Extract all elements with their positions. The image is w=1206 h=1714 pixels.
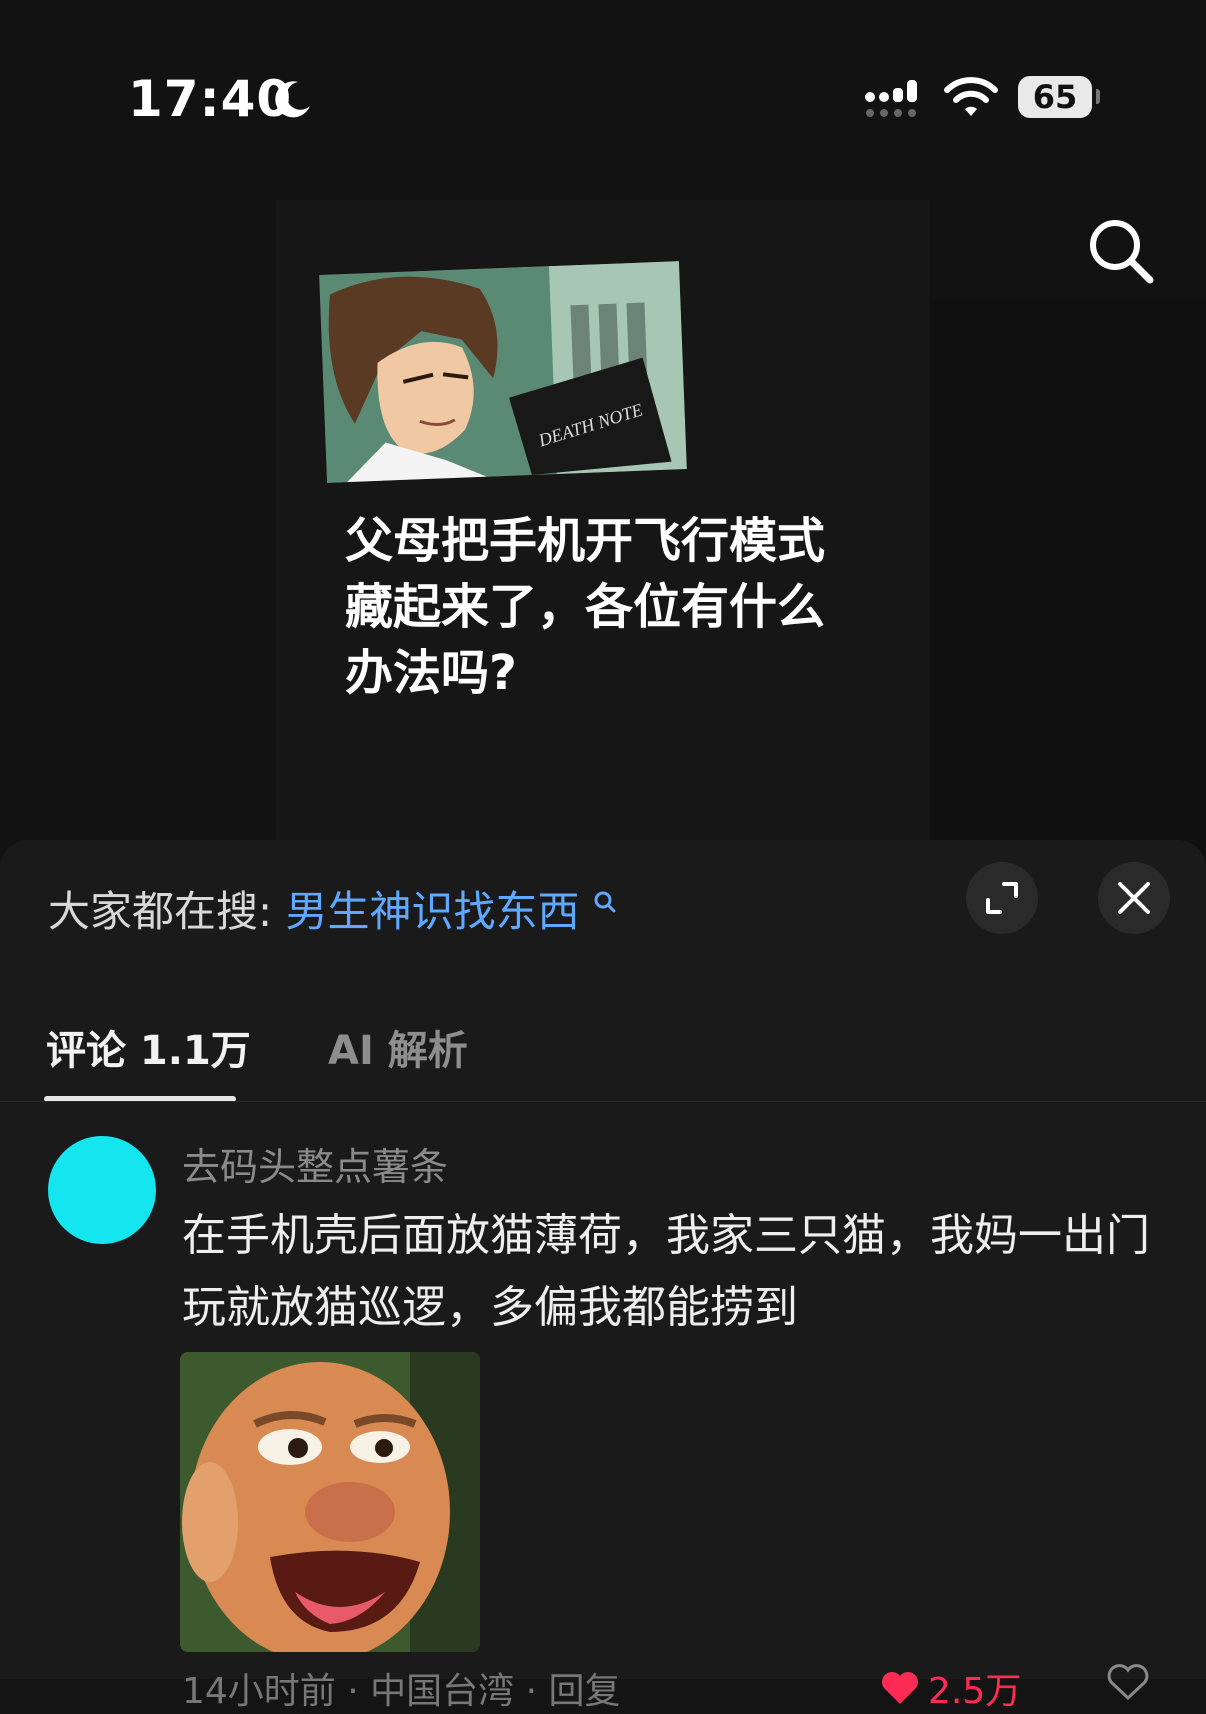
battery-tip bbox=[1096, 89, 1100, 104]
tab-ai-analysis[interactable]: AI 解析 bbox=[328, 1018, 468, 1076]
hot-search-bar[interactable]: 大家都在搜: 男生神识找东西 bbox=[48, 884, 617, 940]
hot-search-label: 大家都在搜: bbox=[48, 887, 273, 936]
search-icon[interactable] bbox=[1088, 218, 1156, 286]
battery-icon: 65 bbox=[1018, 76, 1092, 118]
like-count: 2.5万 bbox=[928, 1671, 1022, 1712]
wifi-icon bbox=[944, 77, 998, 116]
broken-heart-icon[interactable] bbox=[1106, 1664, 1150, 1700]
comment-image[interactable] bbox=[180, 1352, 480, 1652]
video-meme-image: DEATH NOTE bbox=[319, 261, 687, 483]
signal-icon bbox=[865, 80, 917, 117]
video-side-panel bbox=[930, 300, 1206, 860]
comment-text: 在手机壳后面放猫薄荷，我家三只猫，我妈一出门玩就放猫巡逻，多偏我都能捞到 bbox=[182, 1210, 1150, 1333]
comment-username[interactable]: 去码头整点薯条 bbox=[182, 1136, 448, 1191]
battery-level: 65 bbox=[1032, 78, 1078, 116]
hot-search-term[interactable]: 男生神识找东西 bbox=[286, 887, 580, 936]
avatar[interactable] bbox=[48, 1136, 156, 1244]
heart-icon bbox=[882, 1672, 918, 1704]
expand-button[interactable] bbox=[966, 862, 1038, 934]
tab-comments[interactable]: 评论 1.1万 bbox=[46, 1018, 251, 1076]
close-icon bbox=[1118, 882, 1150, 914]
tab-divider bbox=[0, 1101, 1206, 1102]
video-caption: 父母把手机开飞行模式 藏起来了，各位有什么 办法吗? bbox=[345, 513, 826, 701]
status-time: 17:40 bbox=[128, 70, 293, 128]
small-search-icon bbox=[594, 891, 616, 913]
expand-icon bbox=[986, 882, 1018, 914]
moon-icon bbox=[275, 81, 310, 118]
comment-meta: 14小时前 · 中国台湾 · 回复 bbox=[182, 1671, 621, 1712]
like-button[interactable]: 2.5万 bbox=[880, 1662, 1021, 1714]
close-button[interactable] bbox=[1098, 862, 1170, 934]
